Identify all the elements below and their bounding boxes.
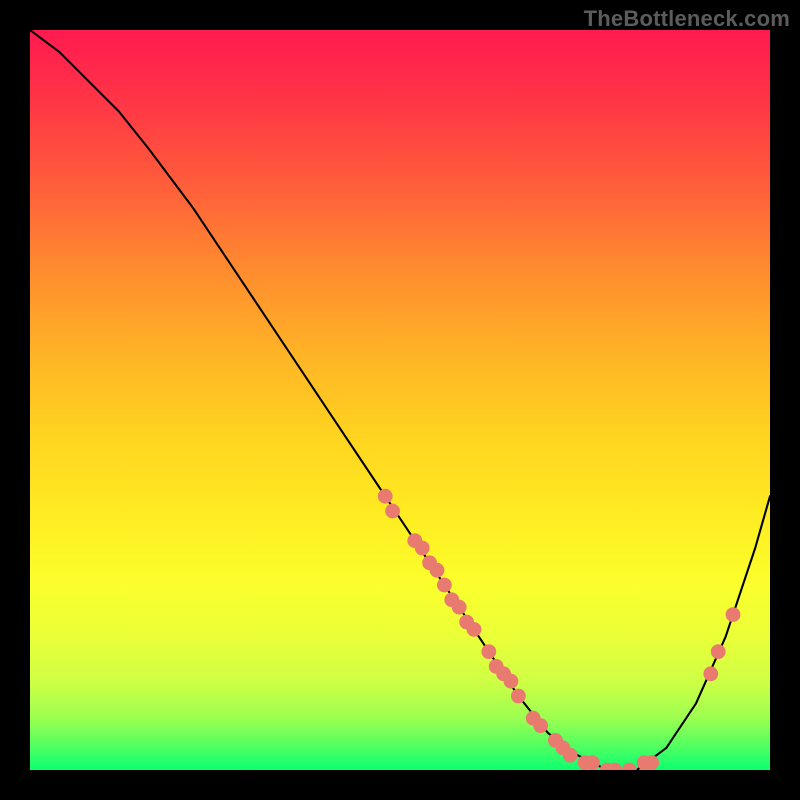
data-point [430,563,445,578]
chart-stage: TheBottleneck.com [0,0,800,800]
data-point [703,666,718,681]
data-point [467,622,482,637]
data-point [378,489,393,504]
data-point [437,578,452,593]
chart-overlay [30,30,770,770]
watermark-text: TheBottleneck.com [584,6,790,32]
data-point [644,755,659,770]
data-point [481,644,496,659]
data-point [711,644,726,659]
data-point [385,504,400,519]
data-point [415,541,430,556]
scatter-points [378,489,741,770]
data-point [533,718,548,733]
data-point [563,748,578,763]
data-point [504,674,519,689]
data-point [726,607,741,622]
data-point [511,689,526,704]
plot-area [30,30,770,770]
data-point [622,763,637,770]
bottleneck-curve [30,30,770,770]
data-point [585,755,600,770]
data-point [452,600,467,615]
